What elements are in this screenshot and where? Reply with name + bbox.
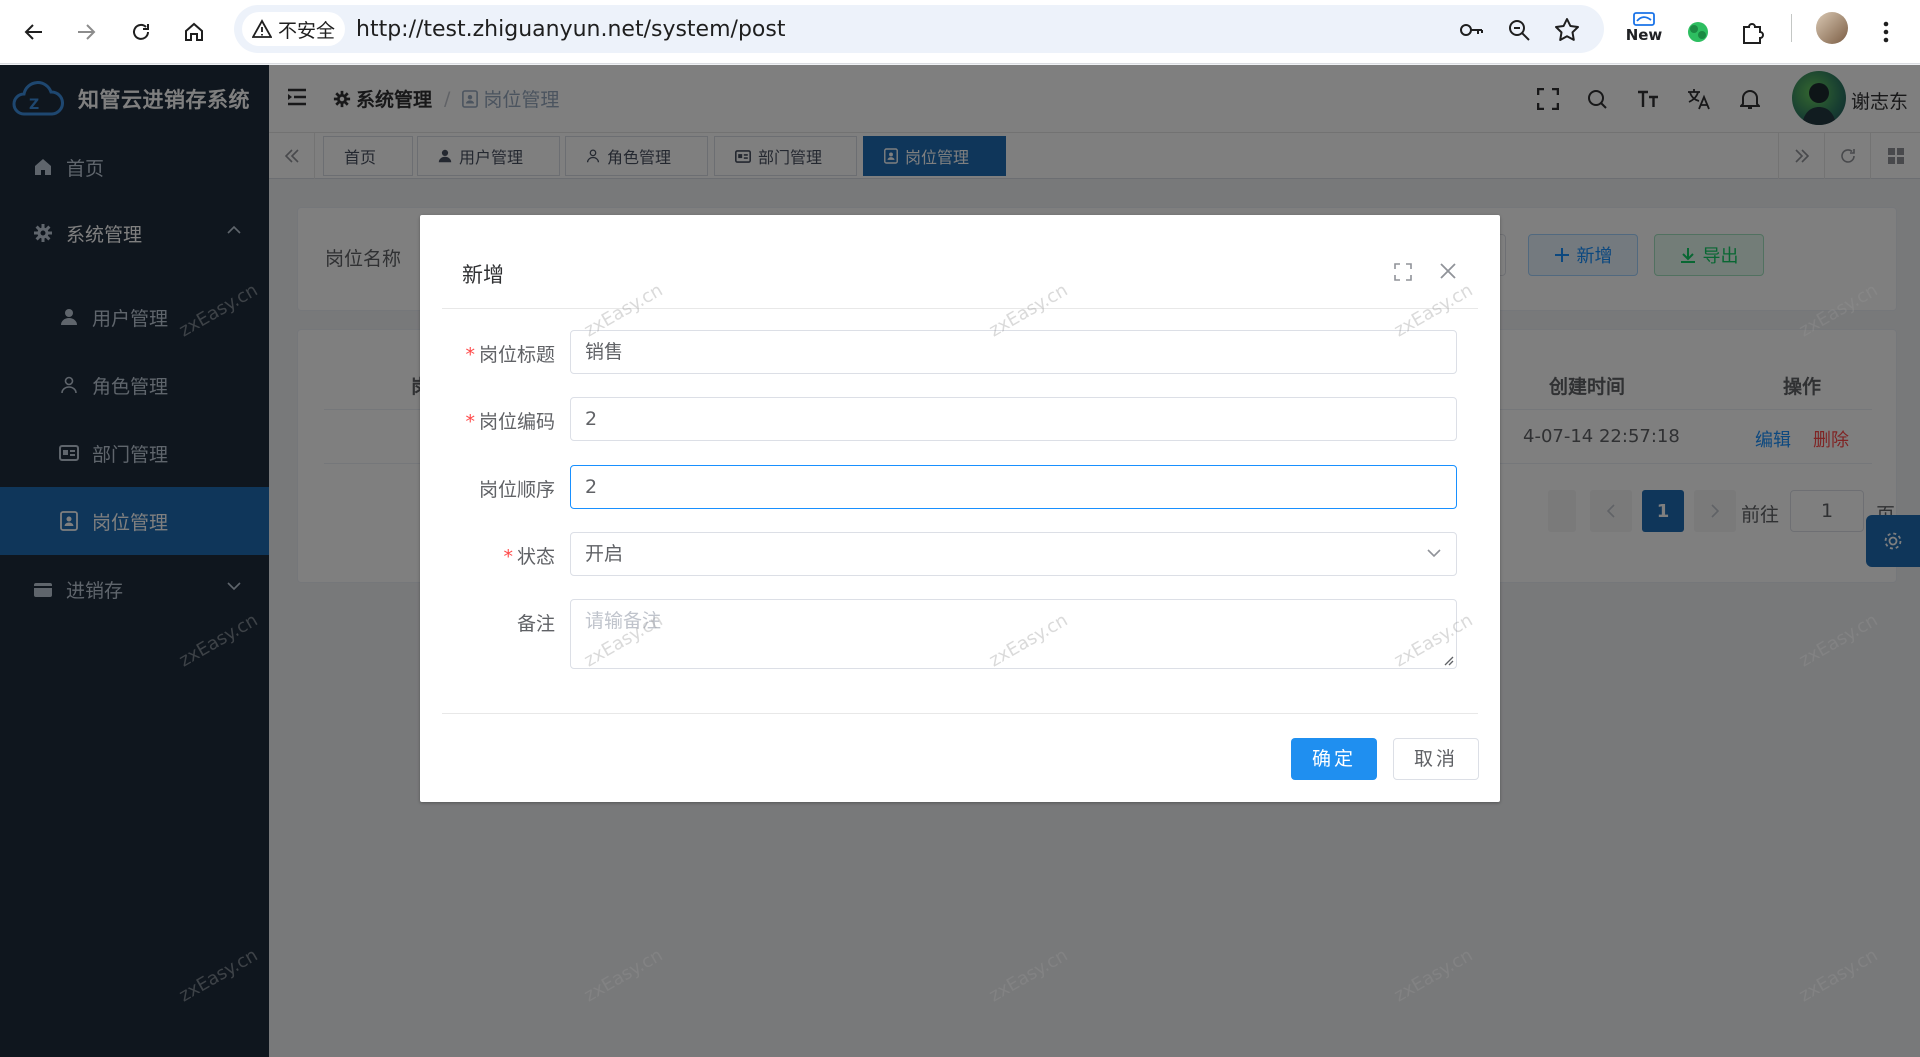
form-label-post-order: 岗位顺序: [420, 475, 555, 502]
elephant-icon: [1688, 22, 1708, 42]
label-text: 备注: [516, 613, 555, 635]
status-select[interactable]: 开启: [570, 532, 1457, 576]
chevron-down-icon: [1427, 549, 1441, 558]
url-text[interactable]: http://test.zhiguanyun.net/system/post: [356, 17, 785, 42]
close-icon[interactable]: [1438, 261, 1458, 281]
remark-placeholder: 请输备注: [585, 610, 662, 632]
security-label: 不安全: [278, 19, 336, 42]
dialog-footer-divider: [442, 713, 1478, 714]
remark-textarea[interactable]: 请输备注: [570, 599, 1457, 669]
form-label-status: * 状态: [420, 542, 555, 569]
reload-button[interactable]: [121, 12, 161, 52]
security-chip[interactable]: 不安全: [242, 12, 346, 46]
cancel-button[interactable]: 取消: [1393, 738, 1479, 780]
post-title-input[interactable]: 销售: [570, 330, 1457, 374]
home-icon: [185, 22, 203, 41]
label-text: 岗位顺序: [478, 479, 555, 501]
maximize-icon[interactable]: [1394, 263, 1412, 281]
confirm-button[interactable]: 确定: [1291, 738, 1377, 780]
new-extension-button[interactable]: New: [1622, 10, 1666, 50]
label-text: 岗位编码: [478, 411, 555, 433]
puzzle-icon: [1743, 23, 1764, 44]
form-label-post-code: * 岗位编码: [420, 407, 555, 434]
label-text: 岗位标题: [478, 344, 555, 366]
toolbar-divider: [1791, 14, 1792, 42]
profile-avatar[interactable]: [1816, 12, 1848, 44]
kebab-icon: [1883, 21, 1889, 43]
new-badge-label: New: [1625, 26, 1663, 44]
browser-menu-button[interactable]: [1866, 12, 1906, 52]
reload-icon: [133, 23, 149, 40]
dialog-header-divider: [442, 308, 1478, 309]
required-mark: *: [503, 546, 513, 568]
key-icon[interactable]: [1458, 17, 1484, 43]
extensions-button[interactable]: [1732, 12, 1772, 52]
arrow-left-icon: [24, 24, 42, 40]
window-icon: [1633, 12, 1655, 26]
form-label-post-title: * 岗位标题: [420, 340, 555, 367]
resize-grip-icon[interactable]: [1442, 654, 1454, 666]
evernote-extension[interactable]: [1678, 12, 1718, 52]
label-text: 状态: [516, 546, 555, 568]
dialog-title: 新增: [462, 263, 504, 287]
browser-toolbar: 不安全 http://test.zhiguanyun.net/system/po…: [0, 0, 1920, 64]
required-mark: *: [465, 344, 475, 366]
home-button[interactable]: [174, 12, 214, 52]
status-select-value: 开启: [585, 543, 624, 565]
post-code-input[interactable]: 2: [570, 397, 1457, 441]
star-icon[interactable]: [1554, 17, 1580, 43]
address-bar[interactable]: 不安全 http://test.zhiguanyun.net/system/po…: [234, 5, 1604, 53]
zoom-icon[interactable]: [1506, 17, 1532, 43]
post-order-input[interactable]: 2: [570, 465, 1457, 509]
forward-button[interactable]: [66, 12, 106, 52]
add-post-dialog: 新增 * 岗位标题 销售 * 岗位编码 2 岗位顺序 2 * 状态 开启 备注 请输备…: [420, 215, 1500, 802]
arrow-right-icon: [78, 24, 96, 40]
form-label-remark: 备注: [420, 609, 555, 636]
back-button[interactable]: [14, 12, 54, 52]
warning-icon: [252, 19, 272, 38]
required-mark: *: [465, 411, 475, 433]
